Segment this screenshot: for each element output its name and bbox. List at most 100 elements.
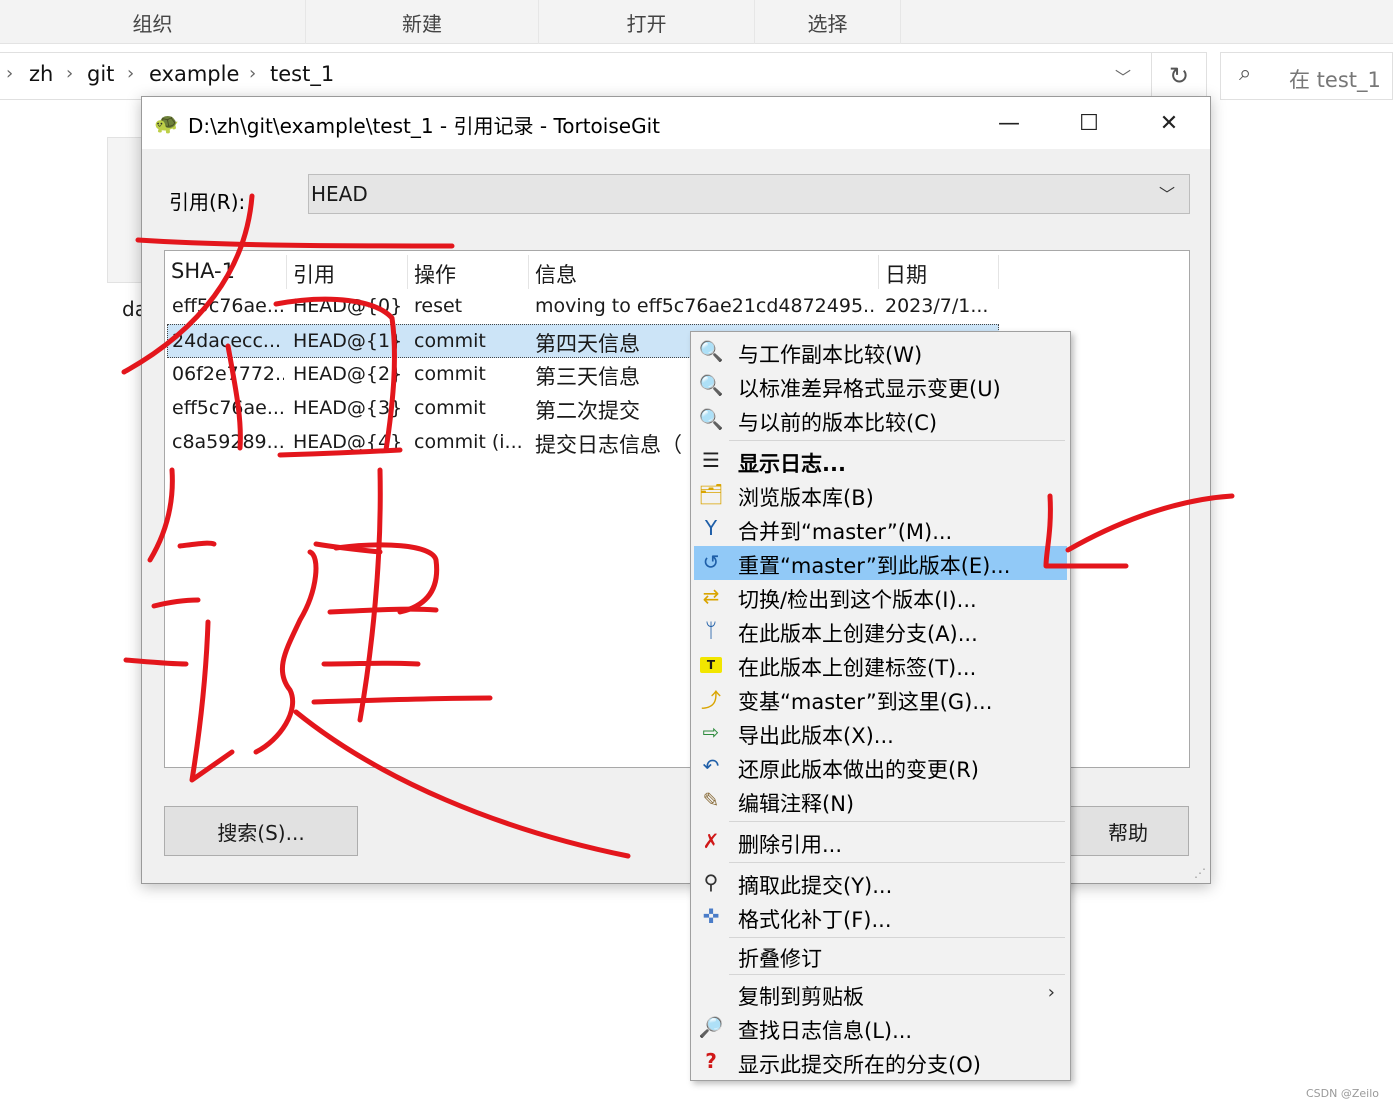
menu-item-switch-checkout[interactable]: ⇄ 切换/检出到这个版本(I)...: [694, 580, 1067, 614]
breadcrumb-git[interactable]: git: [87, 62, 114, 86]
chevron-down-icon[interactable]: ﹀: [1115, 64, 1131, 88]
menu-item-revert[interactable]: ↶ 还原此版本做出的变更(R): [694, 750, 1067, 784]
title-bar[interactable]: 🐢 D:\zh\git\example\test_1 - 引用记录 - Tort…: [142, 97, 1210, 149]
menu-item-label: 复制到剪贴板: [738, 985, 864, 1009]
explorer-ribbon: 组织 新建 打开 选择: [0, 0, 1393, 44]
breadcrumb-test1[interactable]: test_1: [270, 62, 334, 86]
magnifier-diff-icon: 🔍: [698, 339, 724, 363]
cell-message: 第三天信息: [535, 365, 640, 389]
cell-sha: 06f2e7772...: [172, 363, 284, 385]
menu-item-label: 显示此提交所在的分支(O): [738, 1053, 981, 1077]
cell-action: commit: [414, 363, 486, 385]
menu-item-label: 查找日志信息(L)...: [738, 1019, 913, 1043]
menu-item-rebase[interactable]: ⤴ 变基“master”到这里(G)...: [694, 682, 1067, 716]
menu-separator: [729, 440, 1065, 441]
menu-item-label: 以标准差异格式显示变更(U): [738, 377, 1001, 401]
search-button[interactable]: 搜索(S)...: [164, 806, 358, 856]
column-header-message[interactable]: 信息: [529, 255, 879, 289]
refresh-button[interactable]: ↻: [1151, 52, 1207, 100]
ribbon-tab-organize[interactable]: 组织: [0, 0, 306, 44]
cell-sha: 24dacecc...: [172, 330, 282, 352]
close-button[interactable]: ✕: [1129, 97, 1209, 149]
cell-ref: HEAD@{0}: [293, 295, 403, 317]
merge-icon: Y: [704, 516, 718, 540]
cell-action: commit: [414, 330, 486, 352]
menu-item-find-log[interactable]: 🔎 查找日志信息(L)...: [694, 1011, 1067, 1045]
column-header-date[interactable]: 日期: [879, 255, 999, 289]
menu-item-label: 与工作副本比较(W): [738, 343, 923, 367]
file-thumbnail[interactable]: [107, 137, 145, 283]
menu-item-create-branch[interactable]: ᛘ 在此版本上创建分支(A)...: [694, 614, 1067, 648]
ref-dropdown[interactable]: HEAD ﹀: [308, 174, 1190, 214]
menu-item-collapse-revisions[interactable]: 折叠修订: [694, 939, 1067, 973]
menu-item-merge[interactable]: Y 合并到“master”(M)...: [694, 512, 1067, 546]
menu-item-show-branches[interactable]: ? 显示此提交所在的分支(O): [694, 1045, 1067, 1079]
menu-separator: [729, 862, 1065, 863]
menu-item-label: 在此版本上创建标签(T)...: [738, 656, 977, 680]
menu-item-create-tag[interactable]: T 在此版本上创建标签(T)...: [694, 648, 1067, 682]
cherry-pick-icon: ⚲: [703, 870, 719, 894]
menu-item-delete-ref[interactable]: ✗ 删除引用...: [694, 825, 1067, 859]
menu-item-compare-previous[interactable]: 🔍 与以前的版本比较(C): [694, 403, 1067, 437]
rebase-icon: ⤴: [701, 687, 721, 712]
repo-browser-icon: 🗂: [698, 482, 724, 506]
menu-item-edit-notes[interactable]: ✎ 编辑注释(N): [694, 784, 1067, 818]
breadcrumb-zh[interactable]: zh: [29, 62, 53, 86]
show-log-icon: ☰: [702, 448, 720, 472]
column-header-ref[interactable]: 引用: [287, 255, 408, 289]
menu-item-repo-browser[interactable]: 🗂 浏览版本库(B): [694, 478, 1067, 512]
search-box[interactable]: ⌕ 在 test_1: [1220, 52, 1393, 100]
ribbon-tab-open[interactable]: 打开: [539, 0, 755, 44]
cell-sha: eff5c76ae...: [172, 397, 284, 419]
maximize-button[interactable]: ☐: [1049, 97, 1129, 149]
menu-item-compare-working-copy[interactable]: 🔍 与工作副本比较(W): [694, 335, 1067, 369]
cell-sha: eff5c76ae...: [172, 295, 284, 317]
cell-date: 2023/7/1...: [885, 295, 989, 317]
create-tag-icon: T: [700, 657, 722, 673]
menu-item-reset[interactable]: ↺ 重置“master”到此版本(E)...: [694, 546, 1067, 580]
magnifier-compare-icon: 🔍: [698, 407, 724, 431]
delete-ref-icon: ✗: [702, 829, 720, 853]
menu-item-show-log[interactable]: ☰ 显示日志...: [694, 444, 1067, 478]
breadcrumb-example[interactable]: example: [149, 62, 239, 86]
chevron-right-icon: ›: [127, 63, 135, 84]
column-header-action[interactable]: 操作: [408, 255, 529, 289]
chevron-right-icon: ›: [66, 63, 74, 84]
cell-ref: HEAD@{3}: [293, 397, 403, 419]
minimize-button[interactable]: —: [969, 97, 1049, 149]
column-header-sha[interactable]: SHA-1: [165, 255, 287, 289]
create-branch-icon: ᛘ: [705, 618, 717, 642]
menu-item-label: 在此版本上创建分支(A)...: [738, 622, 978, 646]
refresh-icon: ↻: [1168, 62, 1190, 90]
menu-separator: [729, 821, 1065, 822]
search-icon: ⌕: [1239, 61, 1252, 86]
ribbon-tab-new[interactable]: 新建: [306, 0, 539, 44]
watermark: CSDN @Zeilo: [1305, 1087, 1379, 1100]
menu-item-copy-clipboard[interactable]: 复制到剪贴板 ›: [694, 977, 1067, 1011]
minimize-icon: —: [998, 110, 1020, 136]
close-icon: ✕: [1159, 110, 1179, 136]
menu-item-label: 格式化补丁(F)...: [738, 908, 892, 932]
revert-icon: ↶: [702, 754, 720, 778]
magnifier-unified-diff-icon: 🔍: [698, 373, 724, 397]
menu-item-label: 与以前的版本比较(C): [738, 411, 938, 435]
window-title: D:\zh\git\example\test_1 - 引用记录 - Tortoi…: [188, 114, 660, 138]
help-button[interactable]: 帮助: [1067, 806, 1189, 856]
menu-item-export[interactable]: ⇨ 导出此版本(X)...: [694, 716, 1067, 750]
cell-ref: HEAD@{4}: [293, 431, 403, 453]
menu-item-unified-diff[interactable]: 🔍 以标准差异格式显示变更(U): [694, 369, 1067, 403]
menu-item-cherry-pick[interactable]: ⚲ 摘取此提交(Y)...: [694, 866, 1067, 900]
menu-item-label: 还原此版本做出的变更(R): [738, 758, 979, 782]
ribbon-tab-select[interactable]: 选择: [755, 0, 901, 44]
cell-message: 提交日志信息（: [535, 433, 682, 457]
find-log-icon: 🔎: [698, 1015, 724, 1039]
menu-separator: [729, 937, 1065, 938]
menu-item-label: 折叠修订: [738, 947, 822, 971]
menu-item-format-patch[interactable]: ✜ 格式化补丁(F)...: [694, 900, 1067, 934]
menu-item-label: 变基“master”到这里(G)...: [738, 690, 993, 714]
search-placeholder: 在 test_1: [1289, 68, 1381, 92]
table-row[interactable]: eff5c76ae... HEAD@{0} reset moving to ef…: [167, 290, 999, 324]
resize-grip-icon[interactable]: ⋰: [1194, 866, 1206, 880]
cell-message: 第四天信息: [535, 332, 640, 356]
cell-message: 第二次提交: [535, 399, 640, 423]
